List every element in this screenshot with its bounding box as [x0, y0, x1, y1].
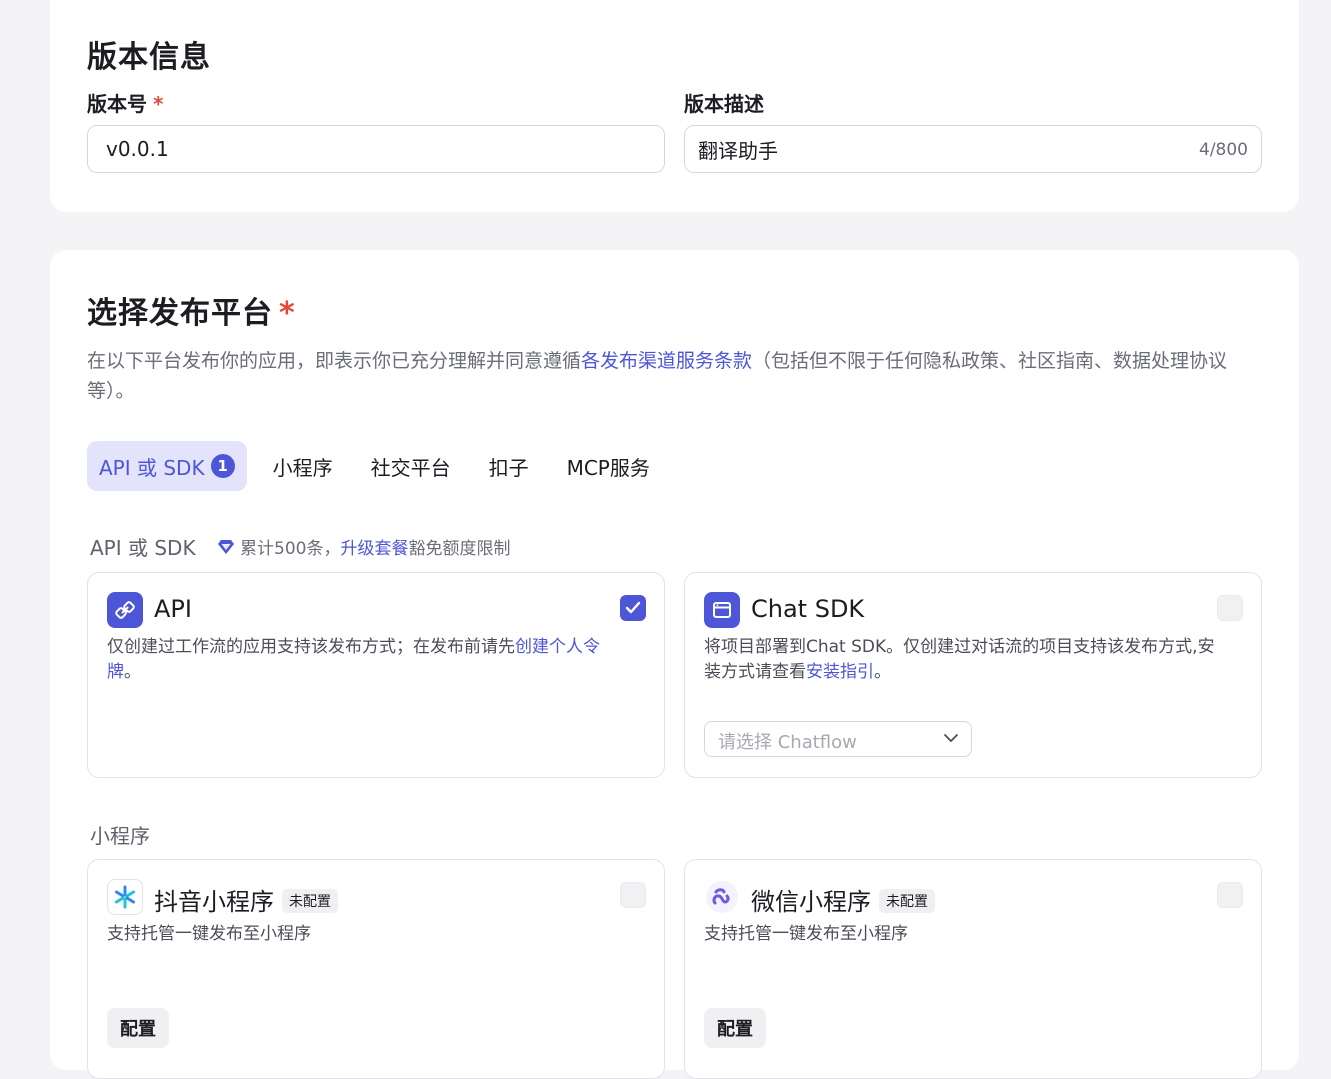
tab-social[interactable]: 社交平台 [359, 441, 463, 491]
select-placeholder: 请选择 Chatflow [718, 732, 857, 753]
count-badge: 1 [210, 454, 235, 478]
diamond-icon [218, 539, 234, 554]
link-icon [107, 592, 143, 628]
douyin-checkbox[interactable] [620, 882, 646, 908]
char-counter: 4/800 [1199, 140, 1248, 160]
quota-promo: 累计500条， 升级套餐 豁免额度限制 [218, 534, 510, 559]
platform-tabs: API 或 SDK 1 小程序 社交平台 扣子 MCP服务 [87, 441, 676, 491]
publish-platform-card: 选择发布平台 * 在以下平台发布你的应用，即表示你已充分理解并同意遵循各发布渠道服… [50, 250, 1299, 1079]
version-number-input[interactable] [106, 137, 546, 161]
douyin-icon [107, 879, 143, 915]
platform-card-chat-sdk[interactable]: Chat SDK 将项目部署到Chat SDK。仅创建过对话流的项目支持该发布方… [684, 572, 1262, 778]
platform-card-api[interactable]: API 仅创建过工作流的应用支持该发布方式；在发布前请先创建个人令牌。 [87, 572, 665, 778]
mini-program-group-label: 小程序 [90, 824, 150, 848]
version-desc-field[interactable]: 4/800 [684, 125, 1262, 173]
required-mark: * [153, 92, 164, 116]
version-info-card: 版本信息 版本号* 版本描述 4/800 [50, 0, 1299, 212]
card-description: 将项目部署到Chat SDK。仅创建过对话流的项目支持该发布方式,安装方式请查看… [704, 637, 1215, 682]
api-checkbox[interactable] [620, 595, 646, 621]
platform-title: 选择发布平台 * [87, 296, 296, 331]
version-desc-input[interactable] [698, 137, 1138, 161]
configure-button[interactable]: 配置 [704, 1008, 766, 1048]
upgrade-plan-link[interactable]: 升级套餐 [340, 534, 408, 559]
configure-button[interactable]: 配置 [107, 1008, 169, 1048]
tab-api-sdk[interactable]: API 或 SDK 1 [87, 441, 247, 491]
version-number-label: 版本号 * [87, 92, 164, 116]
status-badge: 未配置 [879, 889, 935, 913]
card-title: Chat SDK [751, 595, 865, 623]
card-title: 微信小程序 未配置 [751, 882, 935, 917]
version-number-field[interactable] [87, 125, 665, 173]
api-sdk-group-label: API 或 SDK [90, 536, 196, 560]
install-guide-link[interactable]: 安装指引 [806, 662, 874, 682]
tab-coze[interactable]: 扣子 [477, 441, 541, 491]
status-badge: 未配置 [282, 889, 338, 913]
wechat-checkbox[interactable] [1217, 882, 1243, 908]
card-description: 支持托管一键发布至小程序 [704, 924, 908, 944]
chatflow-select[interactable]: 请选择 Chatflow [704, 721, 972, 757]
card-description: 仅创建过工作流的应用支持该发布方式；在发布前请先创建个人令牌。 [107, 637, 600, 682]
card-title: 抖音小程序 未配置 [154, 882, 338, 917]
window-icon [704, 592, 740, 628]
platform-intro: 在以下平台发布你的应用，即表示你已充分理解并同意遵循各发布渠道服务条款（包括但不… [87, 350, 1228, 402]
terms-link[interactable]: 各发布渠道服务条款 [581, 350, 752, 372]
tab-mcp[interactable]: MCP服务 [555, 441, 662, 491]
version-info-title: 版本信息 [87, 40, 211, 75]
chevron-down-icon [944, 734, 958, 742]
card-title: API [154, 595, 192, 623]
required-mark: * [279, 296, 296, 331]
platform-card-douyin[interactable]: 抖音小程序 未配置 支持托管一键发布至小程序 配置 [87, 859, 665, 1079]
chat-sdk-checkbox[interactable] [1217, 595, 1243, 621]
platform-card-wechat[interactable]: 微信小程序 未配置 支持托管一键发布至小程序 配置 [684, 859, 1262, 1079]
check-icon [625, 601, 641, 614]
wechat-mini-icon [704, 879, 740, 915]
version-desc-label: 版本描述 [684, 92, 764, 116]
card-description: 支持托管一键发布至小程序 [107, 924, 311, 944]
tab-mini-program[interactable]: 小程序 [261, 441, 345, 491]
